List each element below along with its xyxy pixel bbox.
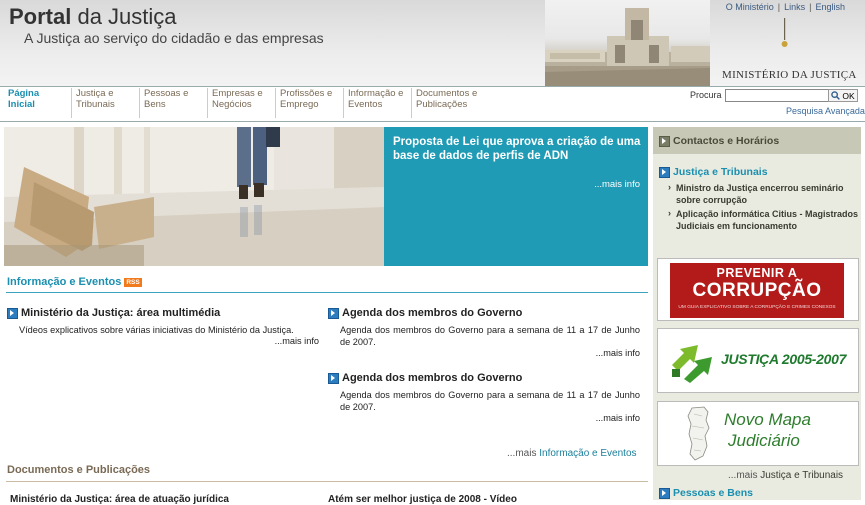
green-arrows-logo-icon <box>672 345 712 383</box>
promo-novo-mapa-judiciario[interactable]: Novo Mapa Judiciário <box>657 401 859 466</box>
search-input[interactable] <box>725 89 829 102</box>
arrow-bullet-icon <box>659 135 670 147</box>
justice-section-title[interactable]: Justiça e Tribunais <box>659 166 768 178</box>
contacts-box: Contactos e Horários <box>653 127 861 154</box>
promo-prevenir-corrupcao[interactable]: PREVENIR A CORRUPÇÃO UM GUIA EXPLICATIVO… <box>657 258 859 321</box>
people-section-title[interactable]: Pessoas e Bens <box>659 487 753 499</box>
top-links: O Ministério | Links | English <box>725 2 845 12</box>
right-sidebar: Contactos e Horários Justiça e Tribunais… <box>653 127 861 500</box>
ministry-block: O Ministério | Links | English MINISTÉRIO DA… <box>700 0 865 86</box>
link-links[interactable]: Links <box>784 2 805 12</box>
news-summary: Agenda dos membros do Governo para a sem… <box>340 390 640 412</box>
site-header: Portal da Justiça A Justiça ao serviço d… <box>0 0 865 86</box>
header-photo <box>545 0 710 86</box>
nav-informacao-eventos[interactable]: Informação e Eventos <box>343 88 410 118</box>
nav-pagina-inicial[interactable]: Página Inicial <box>4 88 68 118</box>
nav-pessoas-bens[interactable]: Pessoas e Bens <box>139 88 204 118</box>
info-events-divider <box>6 292 648 293</box>
news-more-link[interactable]: ...mais info <box>328 348 640 358</box>
search-label: Procura <box>690 90 722 100</box>
banner-headline[interactable]: Proposta de Lei que aprova a criação de … <box>393 135 643 163</box>
documents-title[interactable]: Documentos e Publicações <box>7 464 150 476</box>
site-title-bold: Portal <box>9 4 72 29</box>
arrow-bullet-icon <box>328 372 339 384</box>
ministry-emblem-icon <box>781 18 788 47</box>
promo-corrupcao-subtitle: UM GUIA EXPLICATIVO SOBRE A CORRUPÇÃO E … <box>678 305 836 310</box>
news-item: Agenda dos membros do Governo Agenda dos… <box>328 372 640 423</box>
search-icon <box>831 91 841 100</box>
news-item: Agenda dos membros do Governo Agenda dos… <box>328 307 640 358</box>
ministry-name: MINISTÉRIO DA JUSTIÇA <box>722 69 857 81</box>
documents-divider <box>6 481 648 482</box>
arrow-bullet-icon <box>7 307 18 319</box>
arrow-bullet-icon <box>328 307 339 319</box>
news-title[interactable]: Agenda dos membros do Governo <box>328 307 640 319</box>
promo-corrupcao-line2: CORRUPÇÃO <box>692 280 822 301</box>
search-button[interactable]: OK <box>828 89 858 102</box>
nav-justica-tribunais[interactable]: Justiça e Tribunais <box>71 88 136 118</box>
news-item: Ministério da Justiça: área multimédia V… <box>7 307 319 346</box>
site-tagline: A Justiça ao serviço do cidadão e das em… <box>24 30 324 46</box>
site-title-rest: da Justiça <box>71 4 177 29</box>
promo-corrupcao-line1: PREVENIR A <box>716 266 798 280</box>
news-summary: Vídeos explicativos sobre várias iniciat… <box>19 325 294 335</box>
advanced-search-link[interactable]: Pesquisa Avançada <box>786 106 865 116</box>
contacts-title[interactable]: Contactos e Horários <box>659 135 779 147</box>
banner-more-link[interactable]: ...mais info <box>594 179 640 190</box>
news-title[interactable]: Agenda dos membros do Governo <box>328 372 640 384</box>
news-title[interactable]: Ministério da Justiça: área multimédia <box>7 307 319 319</box>
nav-profissoes-emprego[interactable]: Profissões e Emprego <box>275 88 340 118</box>
site-title[interactable]: Portal da Justiça <box>9 4 177 30</box>
arrow-bullet-icon <box>659 166 670 178</box>
banner-photo <box>4 127 384 266</box>
sidebar-news-item[interactable]: Aplicação informática Citius - Magistrad… <box>668 208 862 232</box>
portugal-map-icon <box>687 406 710 461</box>
promo-justica-2005-2007[interactable]: JUSTIÇA 2005-2007 <box>657 328 859 393</box>
sidebar-news-item[interactable]: Ministro da Justiça encerrou seminário s… <box>668 182 862 206</box>
news-summary: Agenda dos membros do Governo para a sem… <box>340 325 640 347</box>
search-button-label: OK <box>842 90 855 101</box>
arrow-bullet-icon <box>659 487 670 499</box>
news-more-link[interactable]: ...mais info <box>328 413 640 423</box>
nav-documentos-publicacoes[interactable]: Documentos e Publicações <box>411 88 486 118</box>
more-justice-link[interactable]: ...mais Justiça e Tribunais <box>728 470 843 481</box>
feature-banner: Proposta de Lei que aprova a criação de … <box>4 127 648 266</box>
news-more-link[interactable]: ...mais info <box>7 336 319 346</box>
banner-panel: Proposta de Lei que aprova a criação de … <box>384 127 648 266</box>
link-english[interactable]: English <box>815 2 845 12</box>
main-nav: Página Inicial Justiça e Tribunais Pessoas… <box>0 86 865 122</box>
promo-mapa-line2: Judiciário <box>728 431 800 450</box>
link-ministerio[interactable]: O Ministério <box>726 2 774 12</box>
promo-justica-text: JUSTIÇA 2005-2007 <box>721 351 847 367</box>
info-events-title[interactable]: Informação e Eventos RSS <box>7 276 142 288</box>
promo-corrupcao-banner: PREVENIR A CORRUPÇÃO UM GUIA EXPLICATIVO… <box>670 263 844 318</box>
promo-mapa-line1: Novo Mapa <box>724 410 811 429</box>
more-info-events-link[interactable]: ...mais Informação e Eventos <box>507 448 637 459</box>
rss-icon[interactable]: RSS <box>124 278 142 287</box>
nav-empresas-negocios[interactable]: Empresas e Negócios <box>207 88 272 118</box>
